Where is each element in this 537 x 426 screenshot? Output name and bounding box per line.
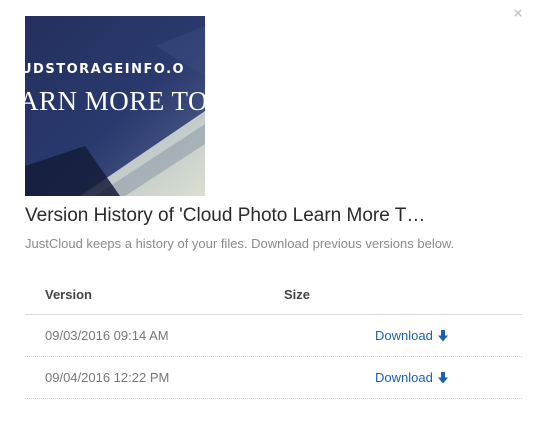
download-link[interactable]: Download xyxy=(375,370,448,385)
thumbnail-text-line2: ARN MORE TOD xyxy=(25,86,205,116)
arrow-down-icon[interactable] xyxy=(437,329,448,342)
dialog-title: Version History of 'Cloud Photo Learn Mo… xyxy=(25,205,426,226)
version-date: 09/03/2016 09:14 AM xyxy=(45,328,169,343)
download-label[interactable]: Download xyxy=(375,328,433,343)
download-label[interactable]: Download xyxy=(375,370,433,385)
file-thumbnail: UDSTORAGEINFO.O ARN MORE TOD xyxy=(25,16,205,196)
version-history-dialog: × UDSTORAGEINFO.O ARN MORE TOD xyxy=(0,0,537,426)
table-row: 09/03/2016 09:14 AM Download xyxy=(25,315,522,357)
column-header-size: Size xyxy=(284,287,311,302)
dialog-subtitle: JustCloud keeps a history of your files.… xyxy=(25,236,455,251)
arrow-down-icon[interactable] xyxy=(437,371,448,384)
table-row: 09/04/2016 12:22 PM Download xyxy=(25,357,522,399)
download-link[interactable]: Download xyxy=(375,328,448,343)
table-header: Version Size xyxy=(25,274,522,315)
thumbnail-text-line1: UDSTORAGEINFO.O xyxy=(25,62,186,77)
close-button[interactable]: × xyxy=(511,6,525,22)
close-icon[interactable]: × xyxy=(514,5,523,22)
versions-table: Version Size 09/03/2016 09:14 AM Downloa… xyxy=(25,274,522,399)
column-header-version: Version xyxy=(45,287,92,302)
version-date: 09/04/2016 12:22 PM xyxy=(45,370,170,385)
